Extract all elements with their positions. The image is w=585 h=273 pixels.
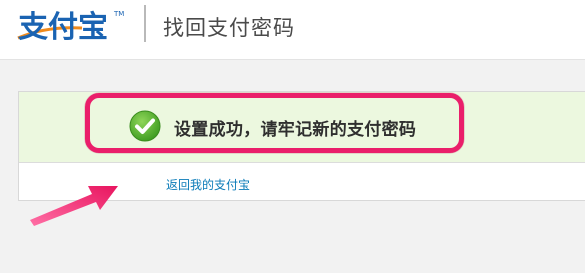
page-title: 找回支付密码 [163, 16, 295, 40]
alipay-logo[interactable]: 支付宝 TM [16, 4, 134, 44]
annotation-highlight-box [85, 93, 464, 153]
header-divider [144, 5, 146, 42]
page-header: 支付宝 TM 找回支付密码 [0, 0, 585, 60]
logo-wordmark: 支付宝 [18, 10, 108, 44]
arrow-icon [30, 186, 118, 226]
logo-trademark: TM [113, 10, 124, 18]
return-to-alipay-link[interactable]: 返回我的支付宝 [166, 176, 250, 193]
